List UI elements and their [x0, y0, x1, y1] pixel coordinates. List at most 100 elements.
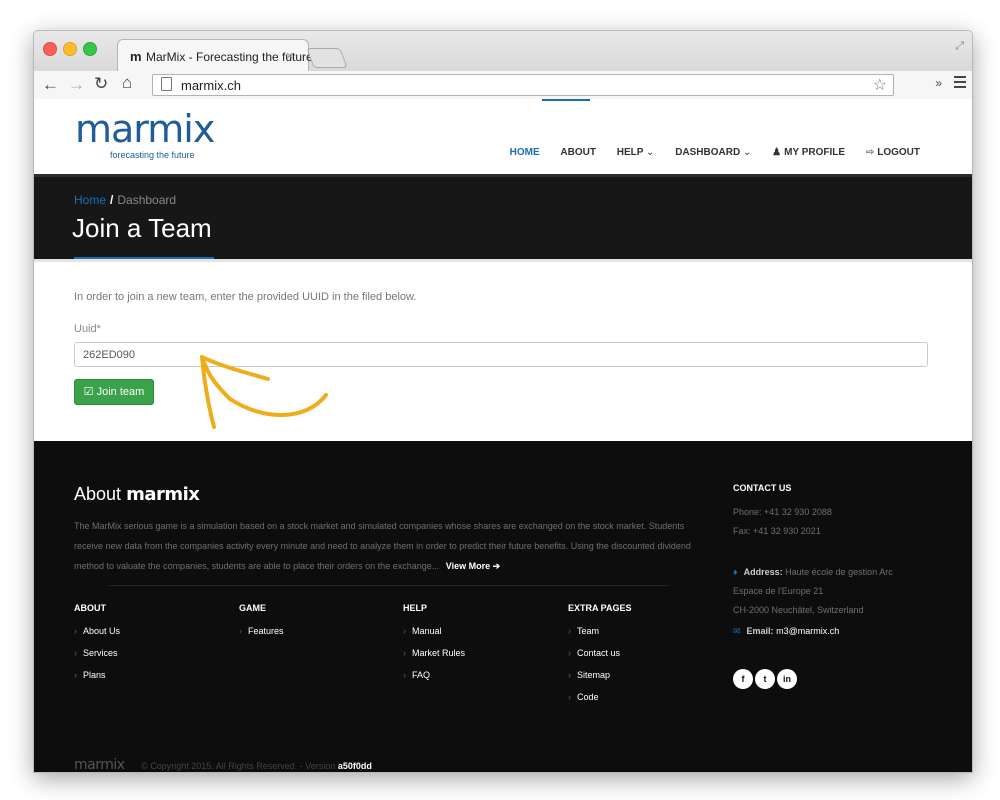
email-label: Email: [746, 626, 774, 636]
footer-link[interactable]: › Plans [74, 670, 120, 683]
facebook-icon[interactable]: f [733, 669, 753, 689]
footer-col-heading: EXTRA PAGES [568, 603, 632, 613]
footer-about-title: About marmix [74, 484, 200, 505]
join-team-label: Join team [96, 386, 145, 398]
menu-icon[interactable] [954, 76, 966, 91]
browser-tab[interactable]: m MarMix - Forecasting the future × [117, 39, 313, 72]
footer-col-about: ABOUT › About Us › Services › Plans [74, 603, 120, 692]
nav-help-label: HELP [616, 147, 644, 158]
email-link[interactable]: m3@marmix.ch [776, 626, 839, 636]
nav-dashboard[interactable]: DASHBOARD ⌄ [675, 147, 751, 158]
footer-link-label: Services [83, 648, 118, 658]
minimize-window-button[interactable] [63, 42, 77, 56]
breadcrumb-current: Dashboard [117, 193, 177, 207]
checkbox-icon: ☑ [83, 386, 94, 398]
footer-link-label: Team [577, 626, 600, 636]
footer-link-label: FAQ [412, 670, 431, 680]
nav-profile-label: MY PROFILE [784, 147, 846, 158]
back-arrow-icon[interactable]: ← [42, 75, 59, 95]
copyright-text: © Copyright 2015. All Rights Reserved. -… [141, 761, 336, 771]
nav-dashboard-label: DASHBOARD [675, 147, 741, 158]
nav-help[interactable]: HELP ⌄ [617, 147, 655, 158]
fullscreen-icon[interactable]: ⤢ [955, 40, 964, 53]
footer-link[interactable]: › Market Rules [403, 648, 465, 661]
zoom-window-button[interactable] [83, 42, 97, 56]
caret-right-icon: › [568, 692, 571, 702]
view-more-link[interactable]: View More ➔ [446, 561, 500, 571]
scroll-indicator [542, 99, 590, 101]
breadcrumb-home-link[interactable]: Home [74, 193, 106, 207]
footer-link[interactable]: › Team [568, 626, 632, 639]
footer-contact: CONTACT US Phone: +41 32 930 2088 Fax: +… [733, 483, 943, 641]
chevron-down-icon: ⌄ [742, 147, 752, 158]
forward-arrow-icon[interactable]: → [68, 75, 85, 95]
footer-link[interactable]: › Features [239, 626, 284, 639]
favicon-icon: m [130, 49, 142, 64]
tab-bar: m MarMix - Forecasting the future × ⤢ [34, 31, 972, 72]
user-icon: ♟ [772, 147, 782, 158]
address-line-2: Espace de l'Europe 21 [733, 586, 824, 596]
caret-right-icon: › [74, 626, 77, 636]
about-brand: marmix [126, 484, 200, 505]
footer-link-label: About Us [83, 626, 121, 636]
footer-link-label: Market Rules [412, 648, 466, 658]
logout-icon: ⇨ [865, 147, 875, 158]
address-line-1: Haute école de gestion Arc [785, 567, 893, 577]
footer-col-game: GAME › Features [239, 603, 284, 648]
footer-col-heading: ABOUT [74, 603, 106, 613]
footer-link-label: Contact us [577, 648, 621, 658]
breadcrumb: Home / Dashboard [74, 193, 176, 207]
nav-my-profile[interactable]: ♟ MY PROFILE [772, 147, 845, 158]
arrow-right-icon: ➔ [492, 561, 501, 571]
footer-link[interactable]: › Contact us [568, 648, 632, 661]
join-team-button[interactable]: ☑ Join team [74, 379, 154, 405]
nav-about[interactable]: ABOUT [560, 147, 596, 158]
footer-link-label: Features [248, 626, 284, 636]
main-nav: HOME ABOUT HELP ⌄ DASHBOARD ⌄ ♟ MY PROFIL… [492, 147, 920, 158]
linkedin-icon[interactable]: in [777, 669, 797, 689]
caret-right-icon: › [403, 670, 406, 680]
reload-icon[interactable]: ↻ [94, 74, 108, 94]
caret-right-icon: › [568, 648, 571, 658]
caret-right-icon: › [403, 648, 406, 658]
footer-divider [109, 585, 669, 586]
footer-col-heading: GAME [239, 603, 266, 613]
close-window-button[interactable] [43, 42, 57, 56]
intro-text: In order to join a new team, enter the p… [74, 291, 417, 303]
site-logo[interactable]: marmix forecasting the future [75, 107, 215, 160]
footer-col-extra-pages: EXTRA PAGES › Team › Contact us › Sitemap ›… [568, 603, 632, 714]
browser-window: m MarMix - Forecasting the future × ⤢ ← … [33, 30, 973, 773]
footer-link[interactable]: › Sitemap [568, 670, 632, 683]
view-more-label: View More [445, 561, 491, 571]
address-bar[interactable]: marmix.ch ☆ [152, 74, 894, 96]
version-link[interactable]: a50f0dd [338, 761, 372, 771]
breadcrumb-separator: / [110, 193, 114, 207]
star-icon[interactable]: ☆ [873, 75, 887, 95]
extensions-chevron-icon[interactable]: » [935, 76, 942, 90]
twitter-icon[interactable]: t [755, 669, 775, 689]
home-icon[interactable]: ⌂ [122, 73, 132, 93]
contact-address: ♦ Address: Haute école de gestion Arc [733, 563, 943, 582]
envelope-icon: ✉ [733, 626, 741, 636]
footer-link[interactable]: › About Us [74, 626, 120, 639]
footer-link-label: Manual [412, 626, 442, 636]
footer-col-heading: HELP [403, 603, 428, 613]
caret-right-icon: › [239, 626, 242, 636]
contact-heading: CONTACT US [733, 483, 792, 493]
chevron-down-icon: ⌄ [646, 147, 655, 158]
footer-link[interactable]: › FAQ [403, 670, 465, 683]
logo-wordmark: marmix [75, 107, 215, 151]
address-label: Address: [743, 567, 783, 577]
address-line-3: CH-2000 Neuchâtel, Switzerland [733, 605, 864, 615]
footer-link[interactable]: › Manual [403, 626, 465, 639]
caret-right-icon: › [74, 670, 77, 680]
nav-logout[interactable]: ⇨ LOGOUT [866, 147, 920, 158]
nav-home[interactable]: HOME [510, 147, 540, 158]
page-icon [161, 77, 172, 91]
new-tab-button[interactable] [306, 48, 348, 68]
tab-close-icon[interactable]: × [286, 48, 294, 63]
footer-link[interactable]: › Code [568, 692, 632, 705]
about-text: The MarMix serious game is a simulation … [74, 521, 691, 571]
divider [34, 259, 972, 262]
footer-link[interactable]: › Services [74, 648, 120, 661]
